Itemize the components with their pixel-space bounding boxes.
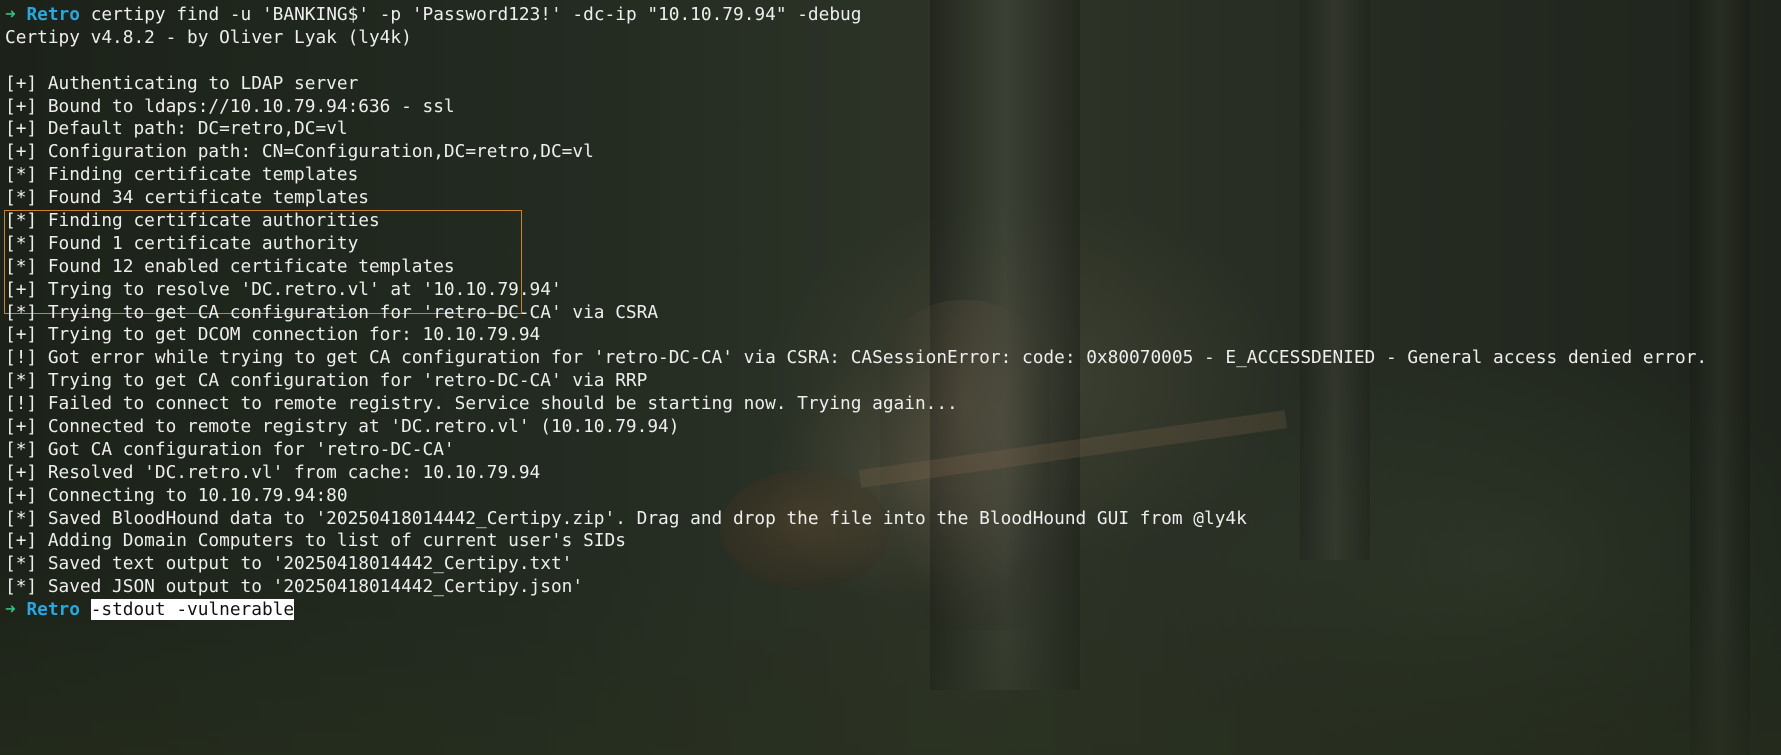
output-line: [+] Trying to get DCOM connection for: 1… [5, 324, 541, 346]
output-line: [+] Trying to resolve 'DC.retro.vl' at '… [5, 278, 562, 300]
output-line: [*] Saved BloodHound data to '2025041801… [5, 507, 1247, 529]
output-line: [*] Got CA configuration for 'retro-DC-C… [5, 438, 455, 460]
command-line: ➜ Retro certipy find -u 'BANKING$' -p 'P… [5, 4, 1781, 27]
prompt-line[interactable]: ➜ Retro -stdout -vulnerable [5, 599, 1781, 622]
output-line: [*] Trying to get CA configuration for '… [5, 370, 648, 392]
output-line: [+] Configuration path: CN=Configuration… [5, 141, 594, 163]
terminal-output: ➜ Retro certipy find -u 'BANKING$' -p 'P… [5, 4, 1781, 622]
output-line: [*] Found 1 certificate authority [5, 232, 359, 254]
command-input[interactable]: -stdout -vulnerable [90, 599, 295, 621]
terminal-window[interactable]: ➜ Retro certipy find -u 'BANKING$' -p 'P… [0, 0, 1781, 755]
output-line: [+] Authenticating to LDAP server [5, 72, 359, 94]
output-line: [+] Connecting to 10.10.79.94:80 [5, 484, 348, 506]
output-line: [+] Connected to remote registry at 'DC.… [5, 416, 680, 438]
output-line: [!] Got error while trying to get CA con… [5, 347, 1708, 369]
output-line: [*] Found 12 enabled certificate templat… [5, 255, 455, 277]
prompt-name: Retro [26, 599, 80, 621]
command-text: certipy find -u 'BANKING$' -p 'Password1… [90, 4, 862, 25]
output-line: [+] Resolved 'DC.retro.vl' from cache: 1… [5, 461, 541, 483]
output-line: [!] Failed to connect to remote registry… [5, 393, 958, 415]
output-line: [+] Adding Domain Computers to list of c… [5, 530, 626, 552]
output-line: [+] Default path: DC=retro,DC=vl [5, 118, 348, 140]
banner-line: Certipy v4.8.2 - by Oliver Lyak (ly4k) [5, 26, 412, 48]
output-line: [*] Saved text output to '20250418014442… [5, 553, 573, 575]
output-line: [*] Saved JSON output to '20250418014442… [5, 576, 584, 598]
output-line: [*] Found 34 certificate templates [5, 187, 369, 209]
output-line: [*] Trying to get CA configuration for '… [5, 301, 659, 323]
prompt-name: Retro [26, 4, 80, 25]
output-line: [*] Finding certificate templates [5, 164, 359, 186]
output-line: [*] Finding certificate authorities [5, 210, 380, 232]
output-line: [+] Bound to ldaps://10.10.79.94:636 - s… [5, 95, 455, 117]
prompt-arrow-icon: ➜ [5, 4, 16, 25]
prompt-arrow-icon: ➜ [5, 599, 16, 621]
output-lines: [+] Authenticating to LDAP server [+] Bou… [5, 73, 1781, 599]
